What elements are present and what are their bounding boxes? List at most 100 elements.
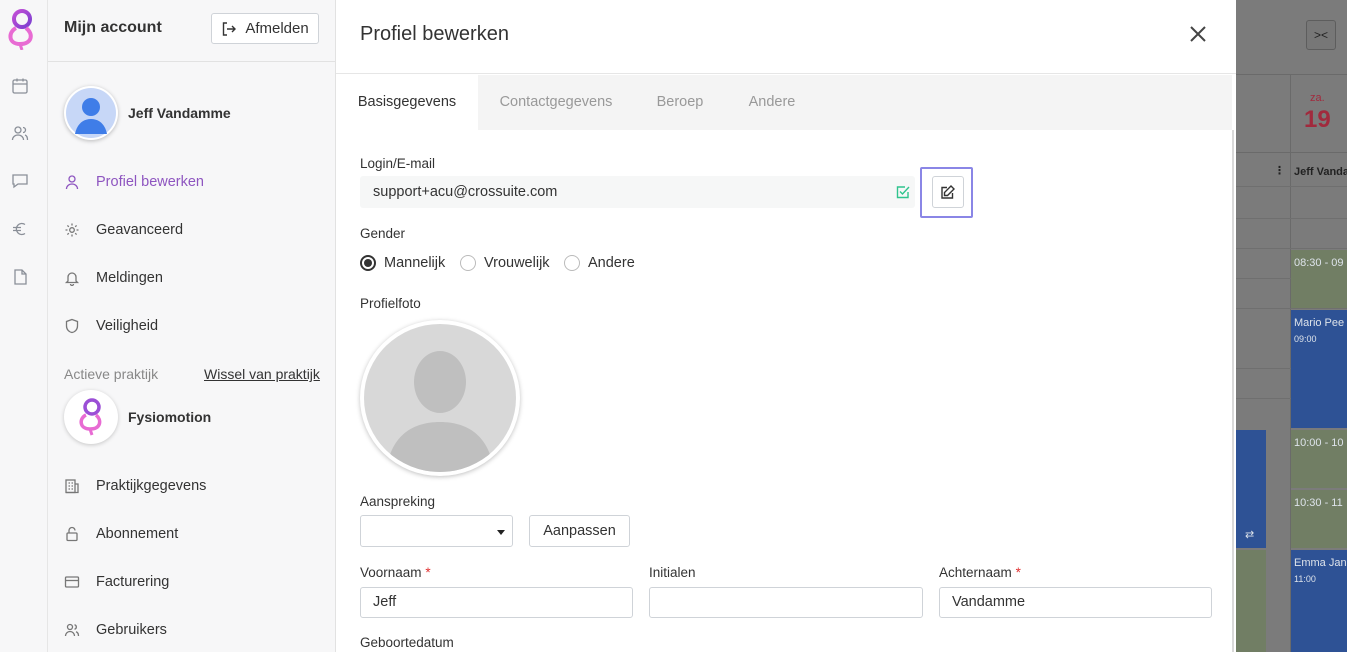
bell-icon xyxy=(64,272,80,286)
gender-radio-vrouwelijk[interactable]: Vrouwelijk xyxy=(460,255,550,271)
building-icon xyxy=(65,479,79,494)
initials-input[interactable] xyxy=(649,587,923,618)
document-icon[interactable] xyxy=(11,268,29,286)
photo-placeholder xyxy=(364,324,516,472)
edit-icon xyxy=(941,185,955,199)
event-label: 10:00 - 10 xyxy=(1294,437,1344,449)
menu-item-facturering[interactable]: Facturering xyxy=(64,574,169,590)
kebab-icon[interactable]: ⋮ xyxy=(1274,164,1285,177)
account-title: Mijn account xyxy=(64,19,162,36)
practice-row: Fysiomotion xyxy=(64,390,211,444)
menu-item-label: Veiligheid xyxy=(96,318,159,334)
profile-photo[interactable] xyxy=(360,320,520,476)
event-block[interactable]: Emma Jan 11:00 xyxy=(1291,550,1347,652)
tab-bar: Basisgegevens Contactgegevens Beroep And… xyxy=(336,75,1232,130)
lastname-label: Achternaam * xyxy=(939,565,1021,580)
login-label: Login/E-mail xyxy=(360,156,436,171)
logout-label: Afmelden xyxy=(245,20,309,37)
tab-contactgegevens[interactable]: Contactgegevens xyxy=(486,75,626,130)
menu-item-abonnement[interactable]: Abonnement xyxy=(64,526,178,542)
repeat-icon: ⇄ xyxy=(1245,529,1255,541)
user-name: Jeff Vandamme xyxy=(128,105,231,121)
menu-item-profiel-bewerken[interactable]: Profiel bewerken xyxy=(64,174,204,190)
chat-icon[interactable] xyxy=(11,172,29,190)
photo-label: Profielfoto xyxy=(360,296,421,311)
day-abbr: za. xyxy=(1310,92,1325,104)
menu-item-label: Meldingen xyxy=(96,270,163,286)
radio-dot xyxy=(460,255,476,271)
menu-item-label: Gebruikers xyxy=(96,622,167,638)
logout-icon xyxy=(223,21,237,36)
edit-profile-modal: Profiel bewerken Basisgegevens Contactge… xyxy=(336,0,1236,652)
menu-item-praktijkgegevens[interactable]: Praktijkgegevens xyxy=(64,478,206,494)
background-calendar: >< za. 19 ⋮ Jeff Vanda 08:30 - 09 Mario … xyxy=(1236,0,1347,652)
modal-header: Profiel bewerken xyxy=(336,0,1236,74)
adjust-button[interactable]: Aanpassen xyxy=(529,515,630,547)
event-block[interactable] xyxy=(1236,550,1266,652)
gear-icon xyxy=(65,223,79,237)
menu-item-label: Praktijkgegevens xyxy=(96,478,207,494)
practice-logo-icon xyxy=(79,398,102,436)
email-field: support+acu@crossuite.com xyxy=(360,176,915,208)
close-icon[interactable] xyxy=(1186,22,1210,46)
menu-item-label: Geavanceerd xyxy=(96,222,184,238)
menu-item-label: Facturering xyxy=(96,574,170,590)
edit-email-button[interactable] xyxy=(932,176,964,208)
required-mark: * xyxy=(1015,565,1021,580)
menu-item-geavanceerd[interactable]: Geavanceerd xyxy=(64,222,183,238)
initials-label: Initialen xyxy=(649,565,696,580)
gender-radio-andere[interactable]: Andere xyxy=(564,255,635,271)
event-time: 09:00 xyxy=(1294,334,1317,344)
switch-practice-link[interactable]: Wissel van praktijk xyxy=(204,366,320,382)
euro-icon[interactable] xyxy=(11,220,29,238)
user-avatar-icon xyxy=(66,88,116,138)
verified-check-icon xyxy=(896,186,910,199)
event-block[interactable]: Mario Pee 09:00 xyxy=(1291,310,1347,428)
gender-radio-mannelijk[interactable]: Mannelijk xyxy=(360,255,445,271)
credit-card-icon xyxy=(64,576,80,588)
logout-button[interactable]: Afmelden xyxy=(211,13,319,44)
event-block[interactable]: ⇄ xyxy=(1236,430,1266,548)
account-header: Mijn account Afmelden xyxy=(48,0,335,62)
users-icon[interactable] xyxy=(11,124,29,142)
firstname-label: Voornaam * xyxy=(360,565,431,580)
avatar[interactable] xyxy=(64,86,118,140)
scrollbar[interactable] xyxy=(1232,130,1234,652)
birthdate-label: Geboortedatum xyxy=(360,635,454,650)
user-profile: Jeff Vandamme xyxy=(64,86,231,140)
account-panel: Mijn account Afmelden Jeff Vandamme Prof… xyxy=(48,0,336,652)
shield-icon xyxy=(65,318,79,334)
chevron-down-icon xyxy=(497,530,505,535)
calendar-icon[interactable] xyxy=(11,77,29,95)
tab-andere[interactable]: Andere xyxy=(734,75,810,130)
menu-item-veiligheid[interactable]: Veiligheid xyxy=(64,318,158,334)
tab-basisgegevens[interactable]: Basisgegevens xyxy=(336,75,478,130)
collapse-toggle-icon[interactable]: >< xyxy=(1306,20,1336,50)
radio-dot xyxy=(360,255,376,271)
event-label: Mario Pee xyxy=(1294,317,1345,329)
users-icon xyxy=(64,623,80,637)
event-block[interactable]: 08:30 - 09 xyxy=(1291,250,1347,308)
divider xyxy=(1236,74,1347,75)
event-block[interactable]: 10:30 - 11 xyxy=(1291,490,1347,548)
divider xyxy=(1236,152,1347,153)
user-icon xyxy=(65,175,79,190)
app-logo-icon[interactable] xyxy=(4,6,40,50)
menu-item-gebruikers[interactable]: Gebruikers xyxy=(64,622,167,638)
radio-label: Andere xyxy=(588,255,635,271)
radio-dot xyxy=(564,255,580,271)
tab-beroep[interactable]: Beroep xyxy=(640,75,720,130)
event-label: Emma Jan xyxy=(1294,557,1347,569)
menu-item-label: Abonnement xyxy=(96,526,179,542)
menu-item-meldingen[interactable]: Meldingen xyxy=(64,270,163,286)
firstname-input[interactable]: Jeff xyxy=(360,587,633,618)
radio-label: Vrouwelijk xyxy=(484,255,550,271)
salutation-select[interactable] xyxy=(360,515,513,547)
lastname-input[interactable]: Vandamme xyxy=(939,587,1212,618)
event-time: 11:00 xyxy=(1294,574,1316,584)
practice-name: Fysiomotion xyxy=(128,409,212,425)
modal-title: Profiel bewerken xyxy=(360,23,509,45)
event-block[interactable]: 10:00 - 10 xyxy=(1291,430,1347,488)
salutation-label: Aanspreking xyxy=(360,494,436,509)
practice-logo xyxy=(64,390,118,444)
